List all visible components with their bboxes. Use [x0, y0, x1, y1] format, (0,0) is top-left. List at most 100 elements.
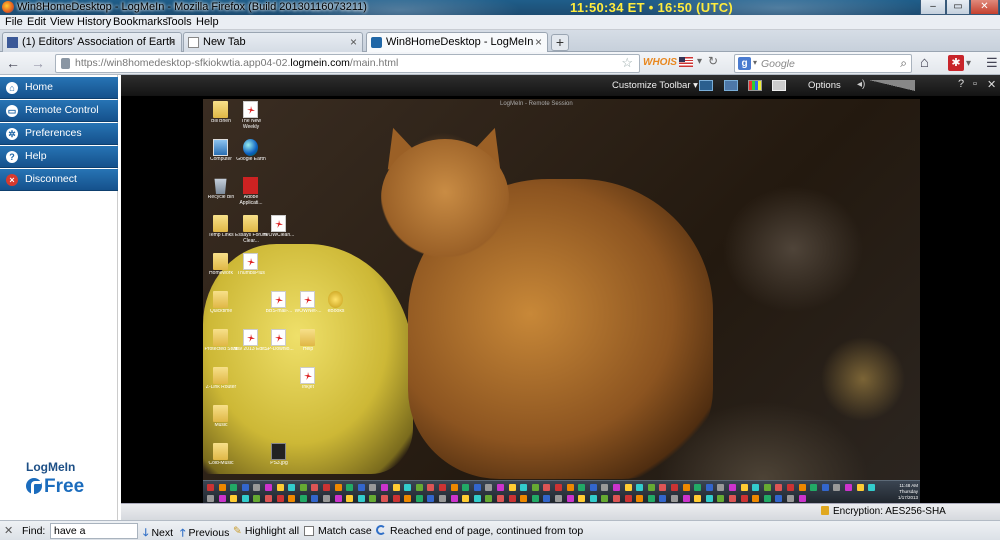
- taskbar-app-icon[interactable]: [311, 495, 319, 502]
- menu-edit[interactable]: Edit: [27, 16, 46, 28]
- addon-icon[interactable]: ✱: [948, 55, 964, 71]
- taskbar-app-icon[interactable]: [589, 484, 597, 491]
- taskbar-app-icon[interactable]: [613, 495, 620, 502]
- taskbar-app-icon[interactable]: [694, 495, 702, 502]
- match-case-label[interactable]: Match case: [318, 525, 372, 537]
- desktop-icon[interactable]: Music: [203, 405, 239, 435]
- taskbar-app-icon[interactable]: [450, 495, 458, 502]
- new-tab-button[interactable]: +: [551, 34, 569, 51]
- taskbar-app-icon[interactable]: [241, 495, 249, 502]
- taskbar-app-icon[interactable]: [694, 484, 702, 491]
- remote-control-viewer[interactable]: Customize Toolbar ▾ Options ◂) ? ▫ ✕ Log…: [121, 75, 1000, 520]
- taskbar-app-icon[interactable]: [276, 495, 284, 502]
- search-box[interactable]: g ▾ ⌕: [734, 54, 912, 73]
- desktop-icon[interactable]: ThumbsPlus: [233, 253, 269, 283]
- desktop-icon[interactable]: Z-Link Router: [203, 367, 239, 397]
- taskbar-app-icon[interactable]: [705, 495, 713, 502]
- options-button[interactable]: Options: [808, 80, 841, 91]
- taskbar-app-icon[interactable]: [207, 495, 214, 502]
- taskbar-app-icon[interactable]: [868, 484, 876, 491]
- menu-view[interactable]: View: [50, 16, 74, 28]
- home-icon[interactable]: ⌂: [920, 54, 929, 71]
- taskbar-app-icon[interactable]: [439, 495, 446, 502]
- taskbar-app-icon[interactable]: [276, 484, 284, 491]
- desktop-icon[interactable]: Quicktime: [203, 291, 239, 321]
- taskbar-app-icon[interactable]: [624, 484, 632, 491]
- taskbar-app-icon[interactable]: [682, 484, 690, 491]
- close-tab-icon[interactable]: ×: [350, 35, 357, 49]
- taskbar-app-icon[interactable]: [601, 484, 609, 491]
- taskbar-app-icon[interactable]: [473, 484, 481, 491]
- taskbar-app-icon[interactable]: [845, 484, 852, 491]
- desktop-icon[interactable]: WOWClean...: [261, 215, 297, 245]
- taskbar-app-icon[interactable]: [555, 495, 562, 502]
- taskbar-app-icon[interactable]: [415, 495, 423, 502]
- desktop-icon[interactable]: The New Weekly: [233, 101, 269, 131]
- taskbar-app-icon[interactable]: [323, 484, 330, 491]
- taskbar-app-icon[interactable]: [253, 495, 261, 502]
- close-tab-icon[interactable]: ×: [169, 35, 176, 49]
- taskbar-app-icon[interactable]: [647, 495, 655, 502]
- desktop-icon[interactable]: PS3.jpg: [261, 443, 297, 473]
- taskbar-app-icon[interactable]: [717, 484, 725, 491]
- desktop-icon[interactable]: eBooks: [318, 291, 354, 321]
- taskbar-app-icon[interactable]: [682, 495, 690, 502]
- taskbar-app-icon[interactable]: [253, 484, 261, 491]
- search-icon[interactable]: ⌕: [900, 56, 907, 71]
- bookmark-star-icon[interactable]: ☆: [621, 55, 633, 71]
- taskbar-app-icon[interactable]: [601, 495, 609, 502]
- taskbar-app-icon[interactable]: [265, 484, 272, 491]
- close-find-icon[interactable]: ✕: [4, 524, 13, 537]
- taskbar-app-icon[interactable]: [323, 495, 330, 502]
- taskbar-app-icon[interactable]: [462, 495, 470, 502]
- fullscreen-icon[interactable]: [699, 80, 713, 91]
- taskbar-app-icon[interactable]: [543, 495, 551, 502]
- taskbar-app-icon[interactable]: [833, 484, 841, 491]
- whois-button[interactable]: WHOIS: [643, 57, 677, 68]
- taskbar-app-icon[interactable]: [531, 484, 539, 491]
- taskbar-app-icon[interactable]: [346, 484, 354, 491]
- taskbar-app-icon[interactable]: [520, 484, 528, 491]
- taskbar-app-icon[interactable]: [497, 484, 504, 491]
- dropdown-icon[interactable]: ▾: [697, 56, 702, 67]
- taskbar-app-icon[interactable]: [218, 495, 226, 502]
- menu-tools[interactable]: Tools: [166, 16, 192, 28]
- taskbar-app-icon[interactable]: [473, 495, 481, 502]
- search-input[interactable]: [761, 56, 891, 71]
- taskbar-app-icon[interactable]: [531, 495, 539, 502]
- taskbar-app-icon[interactable]: [288, 484, 296, 491]
- taskbar-app-icon[interactable]: [311, 484, 319, 491]
- close-session-icon[interactable]: ✕: [987, 78, 996, 91]
- address-bar[interactable]: https://win8homedesktop-sfkiokwtia.app04…: [55, 54, 640, 73]
- taskbar-app-icon[interactable]: [427, 484, 435, 491]
- taskbar-app-icon[interactable]: [415, 484, 423, 491]
- taskbar-app-icon[interactable]: [357, 495, 365, 502]
- google-icon[interactable]: g: [738, 57, 751, 70]
- taskbar-app-icon[interactable]: [381, 495, 388, 502]
- desktop-icon[interactable]: Help: [290, 329, 326, 359]
- taskbar-app-icon[interactable]: [299, 484, 307, 491]
- tab-logmein[interactable]: Win8HomeDesktop - LogMeIn ×: [366, 32, 548, 53]
- taskbar-app-icon[interactable]: [508, 484, 516, 491]
- taskbar-app-icon[interactable]: [485, 495, 493, 502]
- taskbar-app-icon[interactable]: [705, 484, 713, 491]
- taskbar-app-icon[interactable]: [450, 484, 458, 491]
- taskbar-app-icon[interactable]: [578, 495, 586, 502]
- taskbar-app-icon[interactable]: [578, 484, 586, 491]
- taskbar-app-icon[interactable]: [740, 495, 748, 502]
- taskbar-app-icon[interactable]: [647, 484, 655, 491]
- fullscreen-toggle-icon[interactable]: ▫: [973, 78, 977, 90]
- highlight-all-button[interactable]: ✎ Highlight all: [233, 525, 299, 537]
- desktop-icon[interactable]: Adobe Applicati...: [233, 177, 269, 207]
- taskbar-app-icon[interactable]: [497, 495, 504, 502]
- taskbar-app-icon[interactable]: [508, 495, 516, 502]
- forward-icon[interactable]: →: [31, 55, 45, 71]
- menu-bookmarks[interactable]: Bookmarks: [113, 16, 168, 28]
- taskbar-app-icon[interactable]: [821, 484, 829, 491]
- taskbar-app-icon[interactable]: [752, 495, 760, 502]
- taskbar-app-icon[interactable]: [230, 495, 238, 502]
- taskbar-app-icon[interactable]: [810, 484, 818, 491]
- taskbar-app-icon[interactable]: [775, 495, 783, 502]
- volume-slider[interactable]: [869, 80, 915, 91]
- taskbar-app-icon[interactable]: [392, 484, 400, 491]
